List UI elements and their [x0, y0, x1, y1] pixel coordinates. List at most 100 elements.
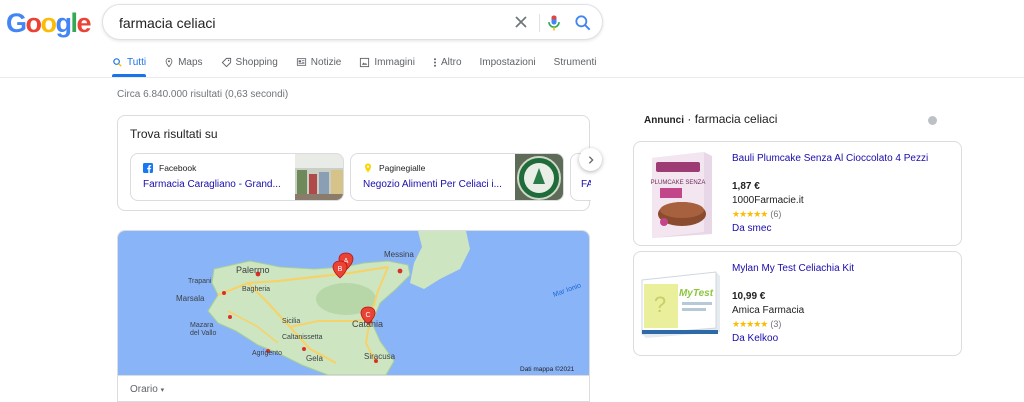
ads-query: farmacia celiaci	[694, 112, 778, 126]
map-label-caltanissetta: Caltanissetta	[282, 334, 323, 341]
tab-altro[interactable]: Altro	[433, 47, 462, 77]
product-rating: ★★★★★ (3)	[732, 319, 781, 330]
package-text: PLUMCAKE SENZA	[651, 180, 706, 186]
tab-label: Tutti	[127, 56, 147, 68]
tab-label: Immagini	[374, 56, 415, 68]
search-icon	[113, 57, 122, 67]
source-card-paginegialle[interactable]: Paginegialle Negozio Alimenti Per Celiac…	[350, 153, 564, 201]
tab-label: Impostazioni	[479, 56, 536, 68]
product-price: 1,87 €	[732, 181, 760, 192]
image-icon	[360, 57, 370, 67]
review-count: (3)	[770, 319, 782, 329]
newspaper-icon	[296, 58, 306, 66]
tab-label: Strumenti	[553, 56, 597, 68]
filter-label: Orario	[130, 384, 158, 395]
product-store: Amica Farmacia	[732, 305, 805, 316]
tab-impostazioni[interactable]: Impostazioni	[480, 47, 536, 77]
map-label-mazara: Mazara del Vallo	[190, 322, 216, 337]
product-rating: ★★★★★ (6)	[732, 209, 781, 220]
source-link[interactable]: Negozio Alimenti Per Celiaci i...	[363, 179, 502, 190]
product-title[interactable]: Mylan My Test Celiachia Kit	[732, 263, 854, 274]
close-icon[interactable]	[511, 12, 531, 32]
tab-notizie[interactable]: Notizie	[296, 47, 342, 77]
map-label-messina: Messina	[384, 250, 414, 259]
map-divider	[118, 375, 589, 376]
tab-label: Shopping	[235, 56, 278, 68]
map-label-catania: Catania	[352, 319, 383, 329]
svg-text:?: ?	[654, 292, 666, 317]
ad-provider-link[interactable]: Da smec	[732, 223, 771, 234]
logo-letter: g	[55, 8, 73, 38]
tab-tutti[interactable]: Tutti	[112, 47, 147, 77]
tag-icon	[221, 57, 231, 67]
find-results-panel: Trova risultati su Facebook Farmacia Car…	[117, 115, 591, 211]
marker-label: C	[365, 312, 370, 319]
search-divider	[539, 14, 540, 32]
map-credit: Dati mappa ©2021	[520, 365, 575, 373]
tab-label: Maps	[178, 56, 203, 68]
marker-label: B	[338, 266, 343, 273]
review-count: (6)	[770, 209, 782, 219]
star-rating-icon: ★★★★★	[732, 319, 768, 329]
tab-maps[interactable]: Maps	[164, 47, 203, 77]
info-icon[interactable]	[928, 116, 937, 125]
caret-down-icon: ▾	[160, 387, 165, 394]
product-title[interactable]: Bauli Plumcake Senza Al Cioccolato 4 Pez…	[732, 153, 928, 164]
map-label-gela: Gela	[306, 354, 323, 363]
product-ad[interactable]: PLUMCAKE SENZA Bauli Plumcake Senza Al C…	[633, 141, 962, 246]
map-pin-icon	[165, 57, 173, 67]
search-input[interactable]: farmacia celiaci	[119, 15, 215, 31]
paginegialle-icon	[365, 163, 371, 173]
microphone-icon[interactable]	[544, 13, 564, 33]
chevron-right-icon	[588, 155, 594, 164]
ads-header: Annunci · farmacia celiaci	[644, 112, 777, 126]
search-tabs: Tutti Maps Shopping Notizie Immagini Alt…	[112, 47, 614, 77]
product-store: 1000Farmacie.it	[732, 195, 804, 206]
logo-letter: e	[76, 8, 92, 38]
product-ad[interactable]: ? MyTest Mylan My Test Celiachia Kit 10,…	[633, 251, 962, 356]
city-dot	[228, 315, 232, 319]
ads-separator: ·	[687, 112, 695, 126]
tabs-divider	[0, 77, 1024, 78]
map-label-marsala: Marsala	[176, 294, 205, 303]
map-label-palermo: Palermo	[236, 265, 270, 275]
result-stats: Circa 6.840.000 risultati (0,63 secondi)	[117, 89, 289, 100]
map-canvas[interactable]: A B C Palermo Trapani Marsala Mazara del …	[118, 231, 589, 375]
celiaci-logo-thumbnail	[515, 154, 563, 200]
search-icon[interactable]	[573, 13, 593, 33]
tab-strumenti[interactable]: Strumenti	[554, 47, 597, 77]
map-label-bagheria: Bagheria	[242, 286, 270, 293]
tab-immagini[interactable]: Immagini	[359, 47, 415, 77]
tab-label: Notizie	[310, 56, 342, 68]
card-source: Facebook	[143, 163, 196, 173]
product-image-mytest: ? MyTest	[638, 258, 724, 350]
local-map-panel[interactable]: A B C Palermo Trapani Marsala Mazara del …	[117, 230, 590, 402]
logo-letter: o	[25, 8, 43, 38]
star-rating-icon: ★★★★★	[732, 209, 768, 219]
city-dot	[302, 347, 306, 351]
source-card-facebook[interactable]: Facebook Farmacia Caragliano - Grand...	[130, 153, 344, 201]
carousel-next-button[interactable]	[579, 148, 602, 171]
ad-provider-link[interactable]: Da Kelkoo	[732, 333, 778, 344]
map-label-trapani: Trapani	[188, 278, 212, 285]
facebook-icon	[143, 163, 153, 173]
logo-letter: o	[40, 8, 58, 38]
logo-letter: G	[6, 8, 27, 38]
source-link[interactable]: Farmacia Caragliano - Grand...	[143, 179, 281, 190]
city-dot	[222, 291, 226, 295]
google-logo[interactable]: Google	[6, 8, 92, 39]
map-label-agrigento: Agrigento	[252, 350, 282, 357]
ads-label: Annunci	[644, 115, 684, 126]
source-link[interactable]: FAI	[581, 179, 591, 190]
map-label-siracusa: Siracusa	[364, 352, 396, 361]
product-image-plumcake: PLUMCAKE SENZA	[638, 148, 724, 240]
card-source: Paginegialle	[363, 163, 425, 173]
search-box[interactable]: farmacia celiaci	[102, 4, 603, 40]
city-dot	[397, 268, 403, 274]
hours-filter-dropdown[interactable]: Orario ▾	[130, 384, 164, 395]
product-price: 10,99 €	[732, 291, 766, 302]
tab-label: Altro	[440, 56, 462, 68]
more-vert-icon	[433, 57, 436, 67]
map-label-sicilia: Sicilia	[282, 318, 300, 325]
tab-shopping[interactable]: Shopping	[221, 47, 278, 77]
